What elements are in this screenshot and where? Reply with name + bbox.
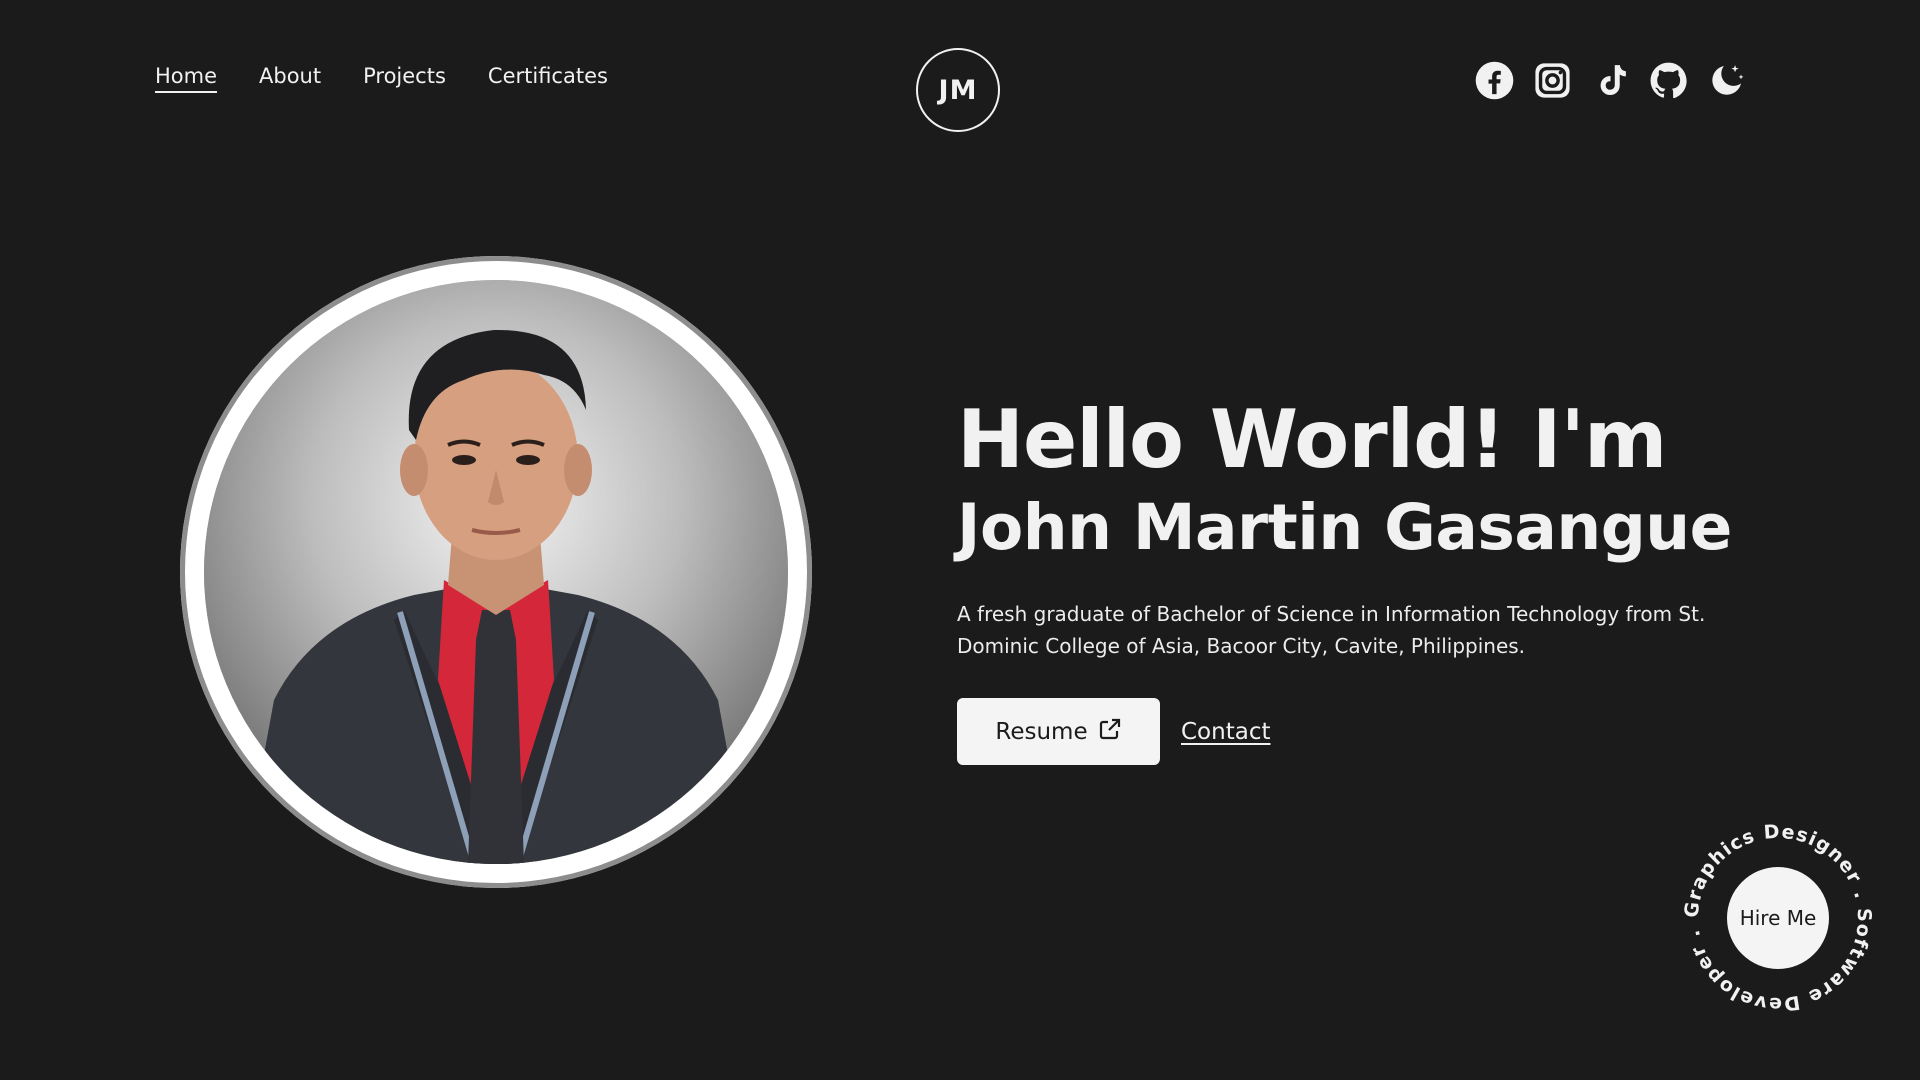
social-links bbox=[1474, 60, 1747, 101]
resume-button[interactable]: Resume bbox=[957, 698, 1160, 765]
nav-home[interactable]: Home bbox=[155, 64, 218, 93]
facebook-icon[interactable] bbox=[1474, 60, 1515, 101]
external-link-icon bbox=[1098, 717, 1122, 747]
main-nav: Home About Projects Certificates bbox=[155, 64, 608, 93]
nav-about[interactable]: About bbox=[259, 64, 321, 93]
logo[interactable]: JM bbox=[916, 48, 1000, 132]
tiktok-icon[interactable] bbox=[1590, 60, 1631, 101]
moon-icon[interactable] bbox=[1706, 60, 1747, 101]
hero-greeting: Hello World! I'm bbox=[957, 393, 1667, 486]
portrait-frame bbox=[180, 256, 812, 888]
resume-label: Resume bbox=[995, 718, 1088, 745]
hero-actions: Resume Contact bbox=[957, 698, 1777, 765]
page: Home About Projects Certificates JM Hell… bbox=[0, 0, 1920, 1080]
hire-me-badge: Graphics Designer . Software Developer .… bbox=[1680, 820, 1876, 1016]
profile-photo bbox=[204, 280, 788, 864]
hero-name: John Martin Gasangue bbox=[957, 491, 1732, 564]
hire-me-button[interactable]: Hire Me bbox=[1727, 867, 1829, 969]
hero-section: Hello World! I'm John Martin Gasangue A … bbox=[957, 392, 1777, 765]
nav-certificates[interactable]: Certificates bbox=[488, 64, 608, 93]
nav-projects[interactable]: Projects bbox=[363, 64, 446, 93]
instagram-icon[interactable] bbox=[1532, 60, 1573, 101]
github-icon[interactable] bbox=[1648, 60, 1689, 101]
contact-link[interactable]: Contact bbox=[1181, 719, 1270, 745]
hero-description: A fresh graduate of Bachelor of Science … bbox=[957, 602, 1706, 658]
